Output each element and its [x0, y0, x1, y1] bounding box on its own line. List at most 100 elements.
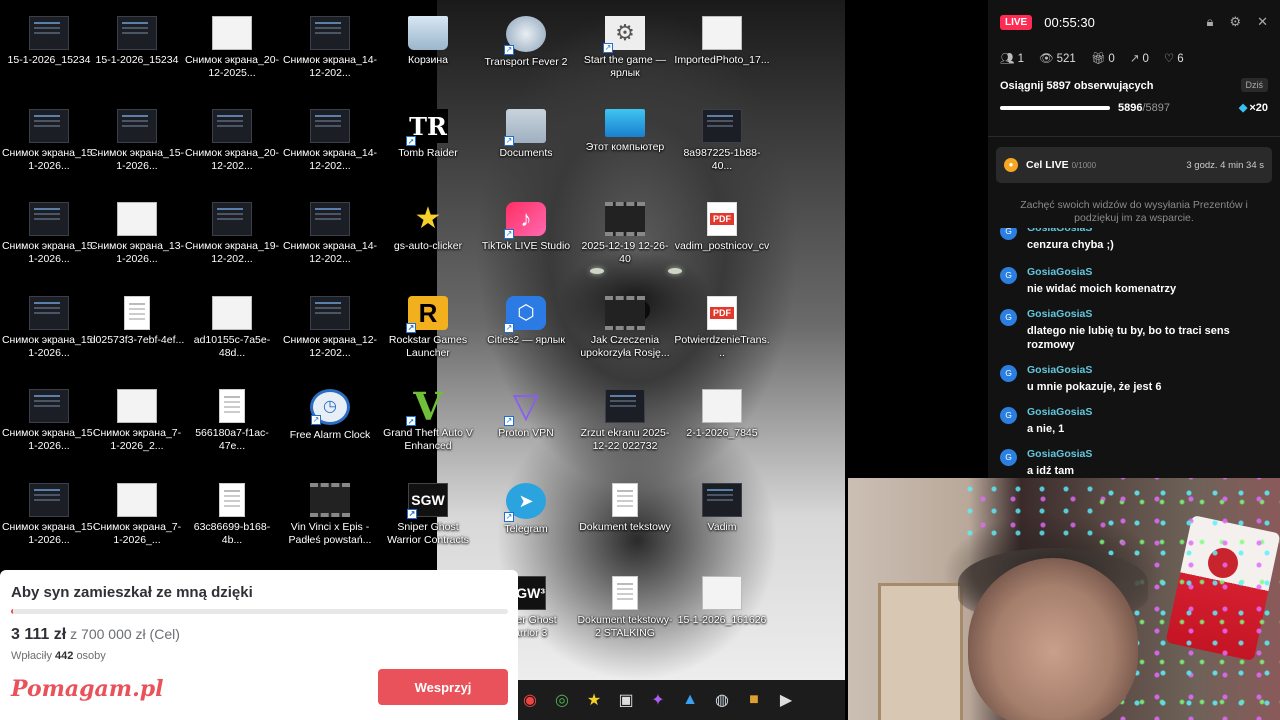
desktop-icon[interactable]: Корзина: [380, 8, 476, 101]
desktop-icon[interactable]: Снимок экрана_15-1-2026...: [1, 194, 97, 287]
chat-username[interactable]: GosiaGosiaS: [1027, 308, 1268, 321]
chat-message[interactable]: G GosiaGosiaS a idź tam: [988, 448, 1104, 478]
desktop-icon[interactable]: Снимок экрана_15-1-2026...: [1, 288, 97, 381]
shortcut-arrow-icon: ↗: [504, 512, 514, 522]
chat-message[interactable]: G GosiaGosiaS u mnie pokazuje, że jest 6: [988, 364, 1174, 394]
chat-message[interactable]: G GosiaGosiaS cenzura chyba ;): [988, 228, 1126, 252]
desktop-icon-label: vadim_postnicov_cv: [674, 240, 770, 252]
avatar[interactable]: G: [1000, 267, 1017, 284]
taskbar-game-icon[interactable]: ■: [743, 689, 765, 711]
desktop-icon[interactable]: ◷ ↗ Free Alarm Clock: [282, 381, 378, 474]
desktop-icon[interactable]: ★ gs-auto-clicker: [380, 194, 476, 287]
chat-message[interactable]: G GosiaGosiaS nie widać moich komenatrzy: [988, 266, 1188, 296]
desktop-icon[interactable]: V ↗ Grand Theft Auto V Enhanced: [380, 381, 476, 474]
file-thumbnail-icon: [612, 576, 638, 610]
shares-stat[interactable]: ↗ 0: [1130, 51, 1149, 65]
desktop-icon[interactable]: ↗ Documents: [478, 101, 574, 194]
goal-total: /5897: [1142, 101, 1171, 114]
desktop-icon[interactable]: 15-1-2026_15234: [89, 8, 185, 101]
follower-goal[interactable]: Osiągnij 5897 obserwujących Dziś 5896/58…: [1000, 78, 1268, 122]
desktop-icon[interactable]: Jak Czeczenia upokorzyła Rosję...: [577, 288, 673, 381]
desktop-icon[interactable]: Снимок экрана_20-12-202...: [184, 101, 280, 194]
desktop-icon[interactable]: Dokument tekstowy: [577, 475, 673, 568]
desktop-icon[interactable]: TR ↗ Tomb Raider: [380, 101, 476, 194]
file-thumbnail-icon: [605, 296, 645, 330]
app-glyph-icon: ➤: [518, 491, 534, 511]
taskbar-autoclicker-icon[interactable]: ★: [583, 689, 605, 711]
desktop-icon[interactable]: Снимок экрана_12-12-202...: [282, 288, 378, 381]
desktop-icon[interactable]: Снимок экрана_20-12-2025...: [184, 8, 280, 101]
users-stat[interactable]: 👥︎ 1: [1000, 51, 1024, 65]
chat-username[interactable]: GosiaGosiaS: [1027, 448, 1092, 461]
desktop-icon[interactable]: ad10155c-7a5e-48d...: [184, 288, 280, 381]
live-goal-card[interactable]: ● Cel LIVE 0/1000 3 godz. 4 min 34 s: [996, 147, 1272, 183]
desktop-icon[interactable]: 2025-12-19 12-26-40: [577, 194, 673, 287]
desktop-icon[interactable]: 2-1-2026_7845: [674, 381, 770, 474]
desktop-icon[interactable]: Dokument tekstowy-2 STALKING: [577, 568, 673, 661]
chat-text: dlatego nie lubię tu by, bo to traci sen…: [1027, 325, 1230, 351]
taskbar-chrome-icon[interactable]: ◎: [551, 689, 573, 711]
desktop-icon[interactable]: 15-1-2026_161626: [674, 568, 770, 661]
desktop-icon[interactable]: Zrzut ekranu 2025-12-22 022732: [577, 381, 673, 474]
desktop-icon[interactable]: ⚙ ↗ Start the game — ярлык: [577, 8, 673, 101]
close-icon[interactable]: ✕: [1257, 14, 1268, 30]
desktop-icon[interactable]: Снимок экрана_13-1-2026...: [89, 194, 185, 287]
settings-icon[interactable]: ⚙: [1229, 14, 1241, 30]
views-stat[interactable]: 👁︎ 521: [1039, 51, 1076, 65]
avatar[interactable]: G: [1000, 449, 1017, 466]
support-button[interactable]: Wesprzyj: [378, 669, 508, 705]
taskbar-steam-icon[interactable]: ◍: [711, 689, 733, 711]
desktop-icon[interactable]: Снимок экрана_15-1-2026...: [89, 101, 185, 194]
desktop-icon[interactable]: PDF vadim_postnicov_cv: [674, 194, 770, 287]
chat-list[interactable]: G GosiaGosiaS cenzura chyba ;) G GosiaGosiaS…: [988, 228, 1280, 478]
desktop-icon-label: Cities2 — ярлык: [487, 334, 565, 346]
desktop-icon[interactable]: Снимок экрана_15-1-2026...: [1, 381, 97, 474]
taskbar-player-icon[interactable]: ▶: [775, 689, 797, 711]
desktop-icon[interactable]: 63c86699-b168-4b...: [184, 475, 280, 568]
desktop-icon[interactable]: Снимок экрана_15-1-2026...: [1, 475, 97, 568]
desktop-icon[interactable]: Снимок экрана_19-12-202...: [184, 194, 280, 287]
desktop-icon[interactable]: Снимок экрана_14-12-202...: [282, 8, 378, 101]
taskbar-app-icon[interactable]: ◉: [519, 689, 541, 711]
avatar[interactable]: G: [1000, 228, 1017, 240]
desktop-icon[interactable]: R ↗ Rockstar Games Launcher: [380, 288, 476, 381]
desktop-icon-label: 63c86699-b168-4b...: [193, 521, 271, 546]
chat-username[interactable]: GosiaGosiaS: [1027, 228, 1114, 235]
taskbar-photos-icon[interactable]: ▲: [679, 689, 701, 711]
desktop-icon[interactable]: Снимок экрана_7-1-2026_2...: [89, 381, 185, 474]
desktop-icon[interactable]: Этот компьютер: [577, 101, 673, 194]
desktop-icon[interactable]: PDF PotwierdzenieTrans...: [674, 288, 770, 381]
avatar[interactable]: G: [1000, 407, 1017, 424]
desktop-icon-label: Vin Vinci x Epis - Padłeś powstań...: [288, 521, 372, 546]
chat-username[interactable]: GosiaGosiaS: [1027, 364, 1162, 377]
desktop-icon[interactable]: Снимок экрана_14-12-202...: [282, 194, 378, 287]
desktop-icon[interactable]: ↗ Transport Fever 2: [478, 8, 574, 101]
desktop-icon[interactable]: Снимок экрана_7-1-2026_...: [89, 475, 185, 568]
taskbar-package-icon[interactable]: ▣: [615, 689, 637, 711]
avatar[interactable]: G: [1000, 365, 1017, 382]
desktop-icon[interactable]: Vadim: [674, 475, 770, 568]
pomagam-logo[interactable]: Pomagam.pl: [11, 676, 163, 702]
desktop-icon[interactable]: Снимок экрана_15-1-2026...: [1, 101, 97, 194]
chat-message[interactable]: G GosiaGosiaS a nie, 1: [988, 406, 1104, 436]
desktop-icon[interactable]: Снимок экрана_14-12-202...: [282, 101, 378, 194]
desktop-icon[interactable]: d02573f3-7ebf-4ef...: [89, 288, 185, 381]
desktop-icon[interactable]: ▽ ↗ Proton VPN: [478, 381, 574, 474]
desktop-icon[interactable]: 8a987225-1b88-40...: [674, 101, 770, 194]
desktop-icon[interactable]: ➤ ↗ Telegram: [478, 475, 574, 568]
desktop-icon[interactable]: ♪ ↗ TikTok LIVE Studio: [478, 194, 574, 287]
chat-username[interactable]: GosiaGosiaS: [1027, 406, 1092, 419]
desktop-icon[interactable]: SGW ↗ Sniper Ghost Warrior Contracts: [380, 475, 476, 568]
chat-message[interactable]: G GosiaGosiaS dlatego nie lubię tu by, bo …: [988, 308, 1280, 352]
desktop-icon[interactable]: ⬡ ↗ Cities2 — ярлык: [478, 288, 574, 381]
desktop-icon[interactable]: ImportedPhoto_17...: [674, 8, 770, 101]
gifts-stat[interactable]: 🎁︎ 0: [1091, 51, 1115, 65]
desktop-icon[interactable]: 15-1-2026_15234: [1, 8, 97, 101]
likes-stat[interactable]: ♡ 6: [1164, 51, 1184, 65]
taskbar-media-icon[interactable]: ✦: [647, 689, 669, 711]
lock-icon[interactable]: 🔒︎: [1207, 14, 1214, 30]
desktop-icon[interactable]: Vin Vinci x Epis - Padłeś powstań...: [282, 475, 378, 568]
avatar[interactable]: G: [1000, 309, 1017, 326]
chat-username[interactable]: GosiaGosiaS: [1027, 266, 1176, 279]
desktop-icon[interactable]: 566180a7-f1ac-47e...: [184, 381, 280, 474]
